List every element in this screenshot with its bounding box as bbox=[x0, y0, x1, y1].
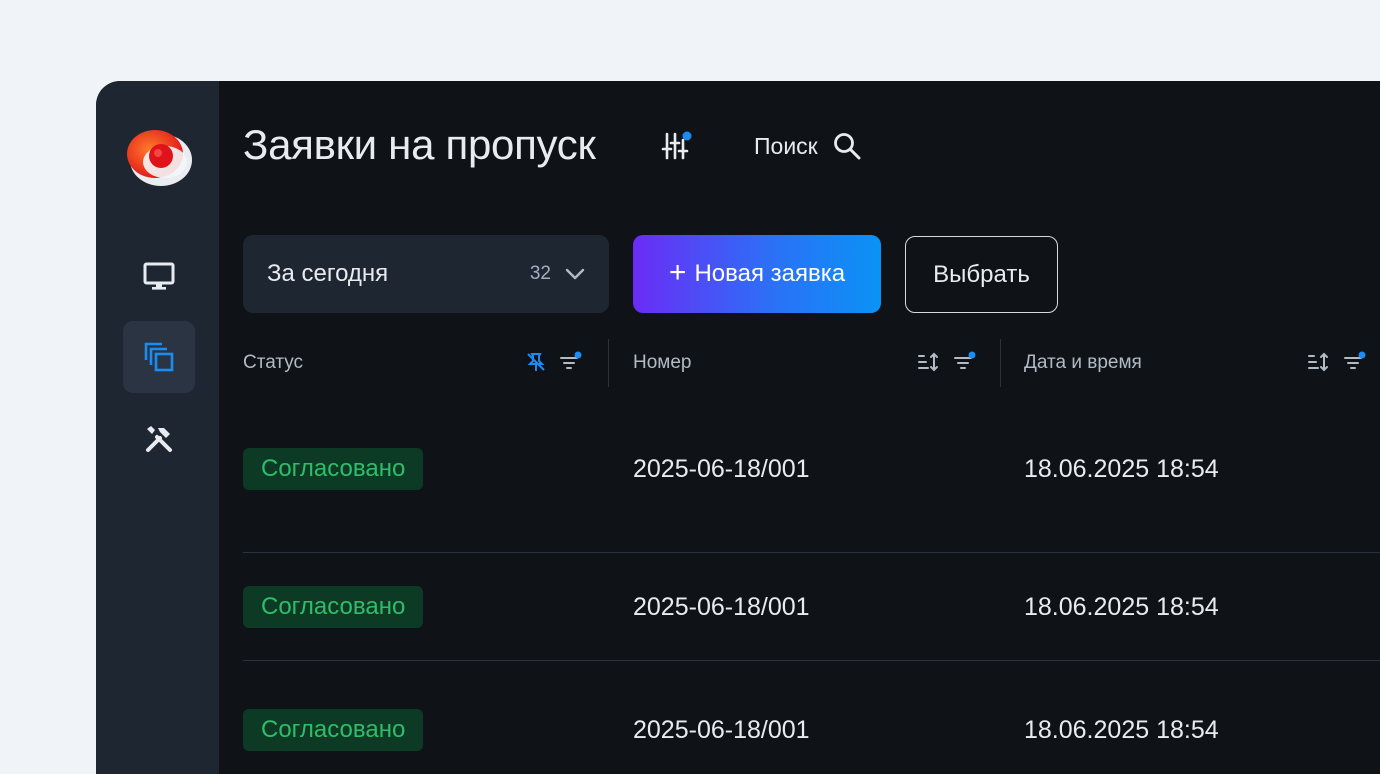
column-header-label: Дата и время bbox=[1024, 352, 1142, 373]
new-request-label: Новая заявка bbox=[694, 260, 846, 287]
period-label: За сегодня bbox=[267, 260, 389, 287]
request-number: 2025-06-18/001 bbox=[633, 455, 810, 483]
new-request-button[interactable]: + Новая заявка bbox=[633, 235, 881, 313]
sidebar-item-monitor[interactable] bbox=[123, 240, 195, 312]
request-datetime: 18.06.2025 18:54 bbox=[1024, 593, 1219, 621]
request-datetime: 18.06.2025 18:54 bbox=[1024, 716, 1219, 744]
request-datetime: 18.06.2025 18:54 bbox=[1024, 455, 1219, 483]
filter-icon[interactable] bbox=[559, 351, 583, 373]
copy-windows-icon bbox=[144, 342, 174, 372]
request-number: 2025-06-18/001 bbox=[633, 593, 810, 621]
status-badge: Согласовано bbox=[243, 586, 424, 628]
app-window: Заявки на пропуск Поиск За сегодня 32 + … bbox=[96, 81, 1380, 774]
filter-settings-button[interactable] bbox=[659, 128, 695, 164]
unpin-icon[interactable] bbox=[525, 351, 547, 373]
logo-icon[interactable] bbox=[125, 122, 193, 190]
page-title: Заявки на пропуск bbox=[243, 121, 596, 168]
period-count: 32 bbox=[529, 263, 551, 284]
column-divider[interactable] bbox=[608, 339, 609, 387]
sort-icon[interactable] bbox=[1307, 351, 1331, 373]
chevron-down-icon bbox=[565, 268, 585, 280]
search-icon bbox=[833, 133, 861, 160]
select-button[interactable]: Выбрать bbox=[905, 236, 1058, 313]
sidebar-item-tools[interactable] bbox=[123, 403, 195, 475]
status-badge: Согласовано bbox=[243, 448, 424, 490]
column-header-label: Номер bbox=[633, 352, 692, 373]
column-header-datetime: Дата и время bbox=[1024, 339, 1367, 387]
sidebar bbox=[96, 81, 219, 774]
monitor-icon bbox=[143, 262, 175, 290]
column-divider[interactable] bbox=[1000, 339, 1001, 387]
status-badge: Согласовано bbox=[243, 709, 424, 751]
sliders-icon bbox=[661, 131, 692, 160]
row-divider bbox=[243, 660, 1380, 661]
column-header-number: Номер bbox=[633, 339, 976, 387]
sort-icon[interactable] bbox=[917, 351, 941, 373]
filter-icon[interactable] bbox=[953, 351, 977, 373]
search-label: Поиск bbox=[754, 132, 818, 159]
plus-icon: + bbox=[668, 255, 687, 289]
sidebar-item-requests[interactable] bbox=[123, 321, 195, 393]
filter-icon[interactable] bbox=[1343, 351, 1367, 373]
search-button[interactable]: Поиск bbox=[754, 129, 862, 163]
row-divider bbox=[243, 552, 1380, 553]
column-header-status: Статус bbox=[243, 339, 583, 387]
column-header-label: Статус bbox=[243, 352, 304, 373]
request-number: 2025-06-18/001 bbox=[633, 716, 810, 744]
period-select[interactable]: За сегодня 32 bbox=[243, 235, 609, 313]
tools-icon bbox=[146, 426, 172, 452]
